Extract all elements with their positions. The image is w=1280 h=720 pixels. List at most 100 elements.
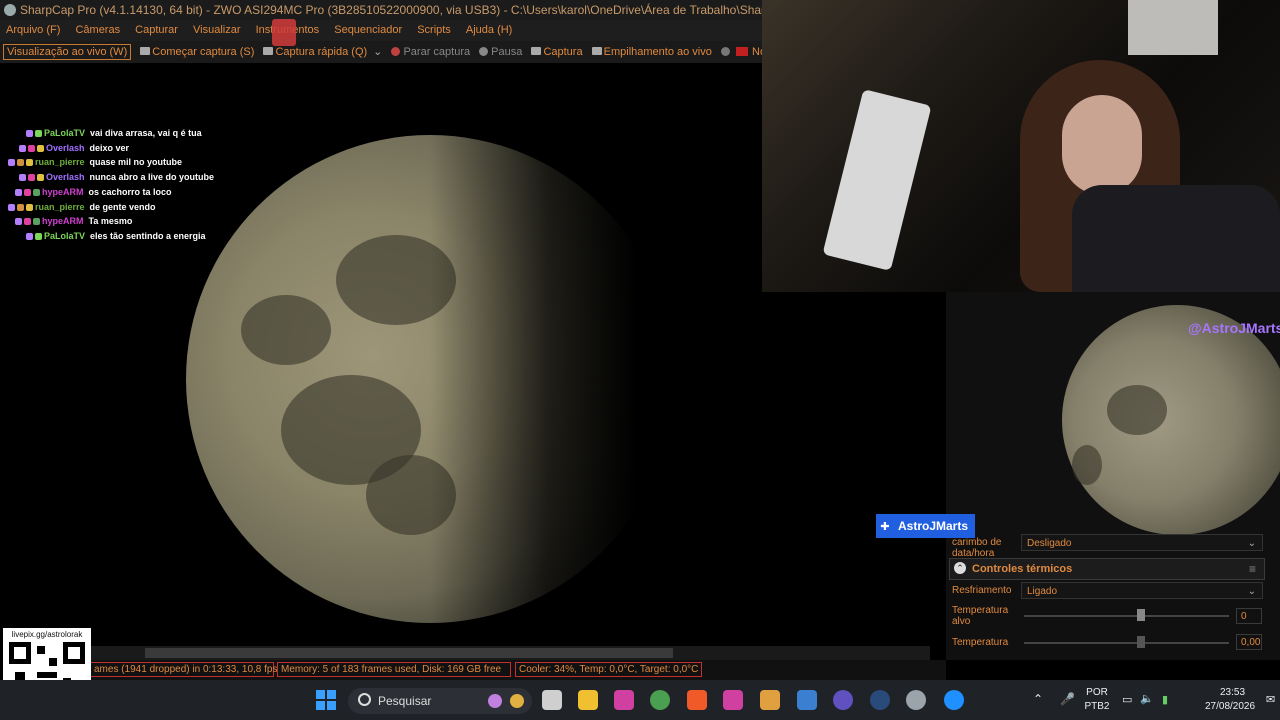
record-icon	[720, 47, 730, 56]
search-placeholder: Pesquisar	[378, 694, 432, 708]
app-icon[interactable]	[723, 690, 743, 710]
chevron-up-icon[interactable]: ⌃	[1033, 692, 1043, 706]
streamer-name: AstroJMarts	[898, 519, 969, 533]
menu-arquivo[interactable]: Arquivo (F)	[6, 24, 60, 36]
network-icon[interactable]: ▭	[1122, 693, 1132, 706]
timestamp-value: Desligado	[1027, 538, 1072, 549]
chat-message: Ta mesmo	[88, 216, 133, 227]
sharpcap-app-icon	[4, 4, 16, 16]
task-view-icon[interactable]	[542, 690, 562, 710]
role-badge-icon	[28, 174, 35, 182]
chat-message: vai diva arrasa, vai q é tua	[90, 128, 202, 138]
sub-badge-icon	[26, 232, 33, 240]
live-stack-button[interactable]: Empilhamento ao vivo	[604, 46, 712, 58]
chat-row: Overlash deixo ver	[8, 141, 214, 156]
chevron-down-icon: ⌄	[1247, 538, 1256, 549]
stop-icon	[391, 47, 401, 56]
chat-row: hypeARM os cachorro ta loco	[8, 185, 214, 200]
windows-start-icon[interactable]	[316, 690, 336, 710]
camera-icon	[263, 47, 274, 55]
cooling-select[interactable]: Ligado ⌄	[1021, 582, 1263, 599]
bits-badge-icon	[33, 188, 40, 196]
clock-time[interactable]: 23:53	[1220, 687, 1245, 698]
chat-username: PaLolaTV	[44, 230, 86, 241]
microphone-icon[interactable]: 🎤	[1060, 692, 1075, 706]
system-tray: ⌃ 🎤 POR PTB2 ▭ 🔈 ▮ 23:53 27/08/2026 ✉	[1030, 684, 1280, 718]
chrome-icon[interactable]	[650, 690, 670, 710]
mic-muted-icon: ✚	[880, 521, 890, 533]
obs-icon[interactable]	[870, 690, 890, 710]
menu-lines-icon[interactable]: ≡	[1249, 562, 1256, 576]
timestamp-select[interactable]: Desligado ⌄	[1021, 534, 1263, 551]
search-highlight-icon	[510, 694, 524, 708]
collapse-icon[interactable]: ⌃	[954, 562, 966, 574]
memory-status: Memory: 5 of 183 frames used, Disk: 169 …	[277, 662, 511, 677]
temperature-slider[interactable]	[1024, 642, 1229, 644]
battery-icon[interactable]: ▮	[1162, 693, 1168, 706]
app-icon[interactable]	[614, 690, 634, 710]
snapshot-button[interactable]: Captura	[543, 46, 582, 58]
moon-preview-image	[1062, 305, 1280, 535]
chat-username: ruan_pierre	[35, 157, 85, 168]
menu-sequenciador[interactable]: Sequenciador	[334, 24, 402, 36]
photos-icon[interactable]	[797, 690, 817, 710]
target-temp-slider[interactable]	[1024, 615, 1229, 617]
stop-capture-button[interactable]: Parar captura	[403, 46, 470, 58]
qr-caption: livepix.gg/astrolorak	[11, 630, 83, 639]
thermal-section-title: Controles térmicos	[972, 563, 1073, 575]
stack-icon	[591, 47, 602, 55]
drag-marker-icon	[272, 19, 296, 46]
brave-icon[interactable]	[687, 690, 707, 710]
stellarium-icon[interactable]	[833, 690, 853, 710]
temperature-readout: 0,00	[1236, 634, 1262, 650]
chat-row: ruan_pierre de gente vendo	[8, 200, 214, 215]
sharpcap-icon[interactable]	[906, 690, 926, 710]
sub-badge-icon	[19, 144, 26, 152]
volume-icon[interactable]: 🔈	[1140, 692, 1154, 705]
role-badge-icon	[35, 130, 42, 137]
pause-button[interactable]: Pausa	[491, 46, 522, 58]
taskbar-search[interactable]: Pesquisar	[348, 688, 532, 714]
menu-capturar[interactable]: Capturar	[135, 24, 178, 36]
chat-row: Overlash nunca abro a live do youtube	[8, 170, 214, 185]
sub-badge-icon	[15, 218, 22, 226]
target-name-button[interactable]: Nome de destino	[752, 46, 762, 58]
menu-bar: Arquivo (F) Câmeras Capturar Visualizar …	[0, 20, 762, 41]
role-badge-icon	[17, 203, 24, 211]
bits-badge-icon	[37, 144, 44, 152]
live-view-button[interactable]: Visualização ao vivo (W)	[3, 44, 132, 60]
chat-username: Overlash	[46, 142, 85, 153]
scrollbar-thumb[interactable]	[145, 648, 673, 658]
chat-username: hypeARM	[42, 186, 84, 197]
role-badge-icon	[35, 232, 42, 240]
app-icon[interactable]	[760, 690, 780, 710]
target-temp-input[interactable]: 0	[1236, 608, 1262, 624]
sub-badge-icon	[26, 130, 33, 137]
sub-badge-icon	[8, 203, 15, 211]
file-explorer-icon[interactable]	[578, 690, 598, 710]
target-temp-slider-thumb[interactable]	[1137, 609, 1145, 621]
menu-visualizar[interactable]: Visualizar	[193, 24, 241, 36]
keyboard-layout[interactable]: PTB2	[1084, 701, 1110, 712]
bits-badge-icon	[26, 203, 33, 211]
role-badge-icon	[24, 188, 31, 196]
menu-scripts[interactable]: Scripts	[417, 24, 451, 36]
chat-message: quase mil no youtube	[89, 157, 183, 168]
menu-ajuda[interactable]: Ajuda (H)	[466, 24, 512, 36]
chat-username: Overlash	[46, 172, 85, 183]
status-bar: ames (1941 dropped) in 0:13:33, 10,8 fps…	[90, 660, 946, 680]
sub-badge-icon	[19, 174, 26, 182]
chevron-down-icon: ⌄	[1247, 586, 1256, 597]
clock-date[interactable]: 27/08/2026	[1205, 701, 1255, 712]
quick-capture-button[interactable]: Captura rápida (Q)	[275, 46, 367, 58]
bits-badge-icon	[37, 174, 44, 182]
notification-icon[interactable]: ✉	[1266, 693, 1275, 706]
chat-row: ruan_pierre quase mil no youtube	[8, 155, 214, 170]
menu-cameras[interactable]: Câmeras	[75, 24, 120, 36]
search-highlight-icon	[488, 694, 502, 708]
thermal-section-header[interactable]: ⌃ Controles térmicos ≡	[949, 558, 1265, 580]
language-indicator[interactable]: POR	[1086, 687, 1108, 698]
app-icon[interactable]	[944, 690, 964, 710]
chevron-down-icon[interactable]: ⌄	[373, 46, 382, 58]
start-capture-button[interactable]: Começar captura (S)	[152, 46, 254, 58]
